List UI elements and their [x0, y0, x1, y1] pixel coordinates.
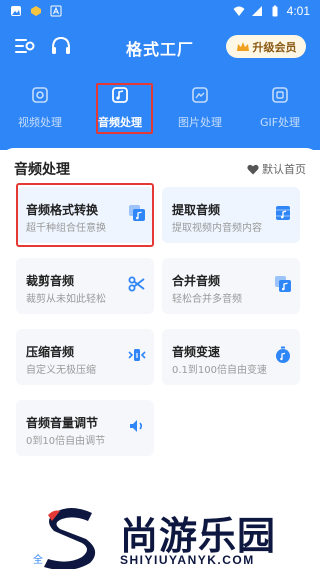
- a-notification-icon: [50, 5, 62, 17]
- volume-icon: [130, 420, 143, 432]
- game-icon: [31, 6, 41, 16]
- card-title: 合并音频: [172, 274, 221, 288]
- gif-tab-icon: [272, 87, 288, 103]
- card-desc: 裁剪从未如此轻松: [26, 294, 106, 305]
- card-audio-speed[interactable]: 音频变速 0.1到100倍自由变速: [162, 329, 300, 385]
- card-desc: 提取视频内音频内容: [172, 223, 262, 234]
- gallery-icon: [11, 6, 21, 16]
- video-tab-icon: [32, 87, 48, 103]
- upgrade-vip-label: 升级会员: [252, 40, 297, 54]
- tab-image-label: 图片处理: [178, 116, 222, 129]
- card-title: 音频格式转换: [26, 203, 99, 217]
- upgrade-vip-button[interactable]: 升级会员: [226, 35, 306, 58]
- crown-icon: [236, 41, 249, 51]
- card-compress-audio[interactable]: 压缩音频 自定义无极压缩: [16, 329, 154, 385]
- extract-audio-icon: [276, 206, 290, 220]
- audio-tab-icon: [112, 87, 128, 103]
- top-bar: 格式工厂 升级会员: [0, 28, 320, 64]
- card-desc: 超千种组合任意换: [26, 223, 106, 234]
- signal-icon: [251, 6, 262, 16]
- tab-audio-label: 音频处理: [98, 116, 142, 129]
- tab-gif-label: GIF处理: [259, 116, 301, 129]
- card-merge-audio[interactable]: 合并音频 轻松合并多音频: [162, 258, 300, 314]
- card-audio-format-convert[interactable]: 音频格式转换 超千种组合任意换: [16, 187, 154, 243]
- heart-icon: [247, 164, 259, 174]
- card-desc: 0到10倍自由调节: [26, 436, 106, 447]
- compress-audio-icon: [128, 349, 146, 361]
- card-desc: 0.1到100倍自由变速: [172, 365, 267, 376]
- watermark: 尚游乐园 SHIYIUYANYK.COM: [38, 503, 320, 570]
- clock: 4:01: [286, 4, 310, 18]
- watermark-url: SHIYIUYANYK.COM: [120, 553, 255, 567]
- tab-audio[interactable]: 音频处理: [80, 80, 160, 134]
- battery-icon: [272, 5, 278, 17]
- watermark-brand: 尚游乐园: [120, 514, 277, 558]
- image-tab-icon: [192, 87, 208, 103]
- tab-gif[interactable]: GIF处理: [240, 80, 320, 134]
- tab-video[interactable]: 视频处理: [0, 80, 80, 134]
- speed-icon: [276, 346, 290, 363]
- scissors-icon: [128, 276, 145, 292]
- card-desc: 自定义无极压缩: [26, 365, 96, 376]
- default-home-label: 默认首页: [262, 163, 306, 176]
- status-bar: 4:01: [0, 0, 320, 24]
- card-desc: 轻松合并多音频: [172, 294, 242, 305]
- card-title: 音频音量调节: [26, 416, 99, 430]
- card-title: 音频变速: [172, 345, 221, 359]
- card-title: 提取音频: [172, 203, 221, 217]
- card-title: 裁剪音频: [26, 274, 75, 288]
- tab-video-label: 视频处理: [18, 116, 62, 129]
- card-trim-audio[interactable]: 裁剪音频 裁剪从未如此轻松: [16, 258, 154, 314]
- watermark-logo-icon: [44, 508, 96, 569]
- section-title: 音频处理: [14, 162, 70, 178]
- card-title: 压缩音频: [26, 345, 75, 359]
- card-volume-adjust[interactable]: 音频音量调节 0到10倍自由调节: [16, 400, 154, 456]
- default-home-button[interactable]: 默认首页: [247, 161, 306, 177]
- wifi-icon: [233, 6, 245, 16]
- category-tabs: 视频处理 音频处理 图片处理 GIF处理: [0, 80, 320, 134]
- audio-convert-icon: [129, 205, 145, 221]
- tab-image[interactable]: 图片处理: [160, 80, 240, 134]
- merge-audio-icon: [275, 276, 291, 292]
- card-extract-audio[interactable]: 提取音频 提取视频内音频内容: [162, 187, 300, 243]
